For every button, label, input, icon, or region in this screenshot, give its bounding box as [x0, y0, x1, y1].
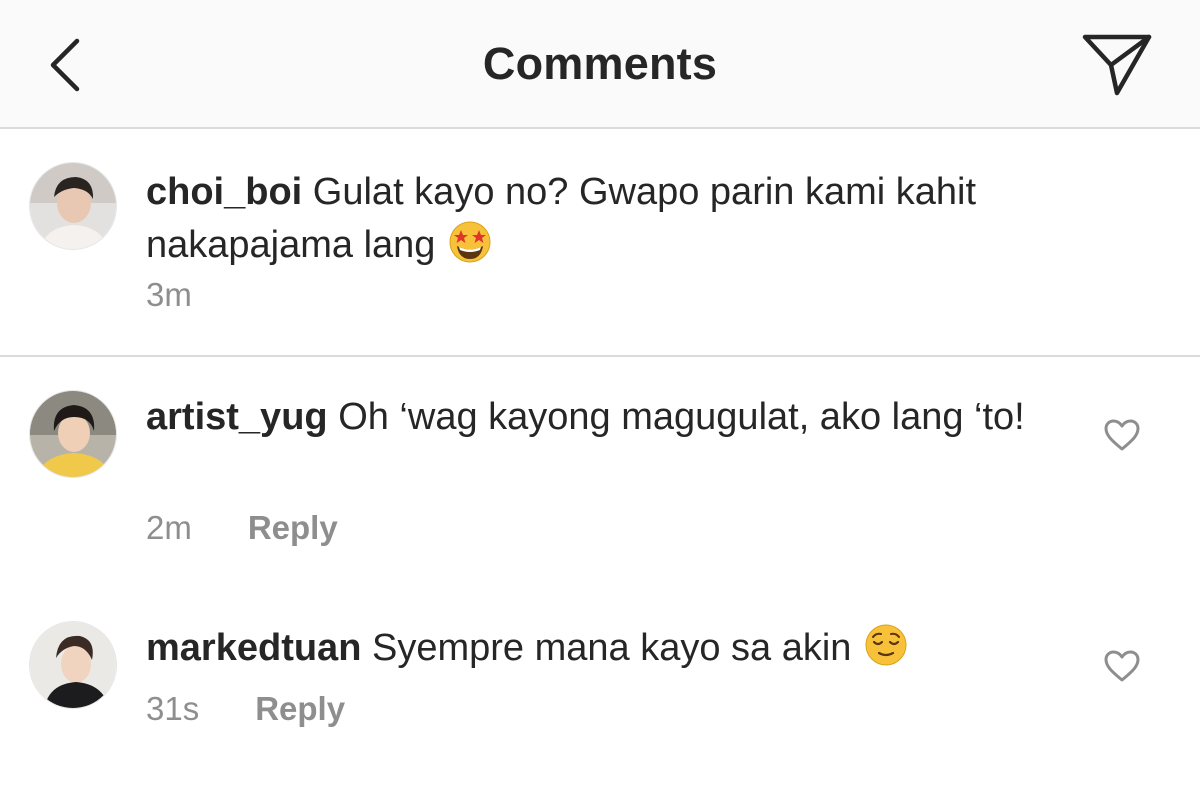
comments-header: Comments	[0, 0, 1200, 129]
caption-username[interactable]: choi_boi	[146, 171, 302, 213]
relieved-face-emoji	[865, 624, 907, 666]
comment-text: artist_yug Oh ‘wag kayong magugulat, ako…	[146, 391, 1066, 444]
heart-outline-icon	[1104, 650, 1140, 682]
caption-section: choi_boi Gulat kayo no? Gwapo parin kami…	[0, 131, 1200, 357]
avatar[interactable]	[29, 621, 117, 709]
comment-meta: 2m Reply	[146, 509, 338, 547]
page-title: Comments	[482, 38, 718, 89]
paper-plane-icon	[1082, 34, 1152, 96]
avatar-photo	[30, 391, 116, 477]
reply-button[interactable]: Reply	[248, 509, 338, 547]
comment-item: markedtuan Syempre mana kayo sa akin 31s…	[0, 590, 1200, 750]
comment-text: markedtuan Syempre mana kayo sa akin	[146, 622, 1066, 675]
timestamp: 2m	[146, 509, 192, 546]
comment-username[interactable]: markedtuan	[146, 627, 361, 669]
avatar[interactable]	[29, 162, 117, 250]
comment-body: Syempre mana kayo sa akin	[371, 627, 852, 669]
avatar-photo	[30, 622, 116, 708]
caption-meta: 3m	[146, 276, 192, 314]
star-struck-emoji	[449, 221, 491, 263]
timestamp: 31s	[146, 690, 200, 727]
reply-button[interactable]: Reply	[255, 690, 345, 728]
avatar-photo	[30, 163, 116, 249]
comment-body: Oh ‘wag kayong magugulat, ako lang ‘to!	[338, 396, 1025, 438]
caption-text: choi_boi Gulat kayo no? Gwapo parin kami…	[146, 166, 1066, 272]
heart-outline-icon	[1104, 419, 1140, 451]
comment-item: artist_yug Oh ‘wag kayong magugulat, ako…	[0, 359, 1200, 569]
like-button[interactable]	[1098, 413, 1146, 457]
timestamp: 3m	[146, 276, 192, 313]
comment-username[interactable]: artist_yug	[146, 396, 328, 438]
comment-meta: 31s Reply	[146, 690, 345, 728]
avatar[interactable]	[29, 390, 117, 478]
like-button[interactable]	[1098, 644, 1146, 688]
share-button[interactable]	[1078, 26, 1156, 104]
